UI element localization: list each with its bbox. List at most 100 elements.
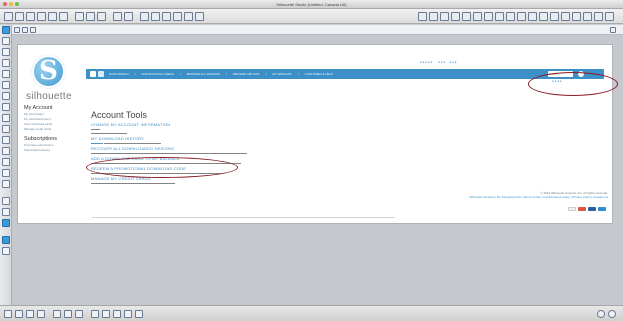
- menu-item[interactable]: HOW DESIGN: [109, 69, 129, 79]
- forward-icon[interactable]: [22, 27, 28, 33]
- store-icon[interactable]: [561, 12, 570, 21]
- paste-icon[interactable]: [97, 12, 106, 21]
- text-style-icon[interactable]: [473, 12, 482, 21]
- menu-item[interactable]: BROWSE ARTISTS: [233, 69, 260, 79]
- store-footer: © 2012 Silhouette America, Inc. All righ…: [425, 191, 608, 199]
- settings-gear-icon[interactable]: [597, 310, 605, 318]
- cut-settings-icon[interactable]: [539, 12, 548, 21]
- help-icon[interactable]: [608, 310, 616, 318]
- rectangle-tool-icon[interactable]: [2, 92, 10, 100]
- replicate-icon[interactable]: [495, 12, 504, 21]
- redo-icon[interactable]: [124, 12, 133, 21]
- fill-color-icon[interactable]: [451, 12, 460, 21]
- eyedropper-tool-icon[interactable]: [2, 169, 10, 177]
- undo-icon[interactable]: [113, 12, 122, 21]
- payment-icon: [568, 207, 576, 211]
- text-tool-icon[interactable]: [2, 158, 10, 166]
- print-icon[interactable]: [48, 12, 57, 21]
- curve-tool-icon[interactable]: [2, 70, 10, 78]
- freehand-tool-icon[interactable]: [2, 114, 10, 122]
- rotate-icon[interactable]: [135, 310, 143, 318]
- zoom-select-icon[interactable]: [173, 12, 182, 21]
- silhouette-studio-window: Silhouette Studio (Untitled: Canada Lift…: [0, 0, 623, 321]
- send-to-cutter-icon[interactable]: [59, 12, 68, 21]
- send-panel-icon[interactable]: [2, 236, 10, 244]
- account-info-text: ▬▬▬ ▬▬▬▬▬▬▬▬▬▬▬▬: [91, 127, 127, 135]
- bottom-toolbar: [0, 305, 623, 321]
- menu-item[interactable]: MY WISHLIST: [272, 69, 291, 79]
- grid-settings-icon[interactable]: [429, 12, 438, 21]
- grid-icon[interactable]: [195, 12, 204, 21]
- pan-icon[interactable]: [140, 12, 149, 21]
- compound-path-icon[interactable]: [26, 310, 34, 318]
- back-icon[interactable]: [14, 27, 20, 33]
- media-panel-icon[interactable]: [2, 197, 10, 205]
- silhouette-logo[interactable]: S silhouette: [24, 53, 74, 113]
- ungroup-icon[interactable]: [15, 310, 23, 318]
- connect-icon[interactable]: [605, 12, 614, 21]
- subscriptions-heading: Subscriptions: [24, 136, 58, 142]
- library-icon[interactable]: [37, 12, 46, 21]
- menu-item[interactable]: FOR EXISTING USERS: [141, 69, 173, 79]
- user-account-icon[interactable]: [572, 12, 581, 21]
- copy-icon[interactable]: [86, 12, 95, 21]
- line-color-icon[interactable]: [462, 12, 471, 21]
- account-sidebar: My Account My Information My download hi…: [24, 105, 86, 153]
- menu-item[interactable]: BROWSE ALL DESIGNS: [187, 69, 221, 79]
- line-tool-icon[interactable]: [2, 48, 10, 56]
- layers-icon[interactable]: [550, 12, 559, 21]
- registration-marks-icon[interactable]: [440, 12, 449, 21]
- highlight-ring: [86, 157, 238, 178]
- point-edit-tool-icon[interactable]: [2, 37, 10, 45]
- align-icon[interactable]: [113, 310, 121, 318]
- duplicate-icon[interactable]: [91, 310, 99, 318]
- knife-tool-icon[interactable]: [2, 147, 10, 155]
- window-title: Silhouette Studio (Untitled: Canada Lift…: [276, 2, 347, 7]
- cart-icon[interactable]: [98, 71, 104, 77]
- footer-links[interactable]: Silhouette America | My Shopping Cart | …: [425, 195, 608, 199]
- send-icon[interactable]: [594, 12, 603, 21]
- select-tool-icon[interactable]: [2, 26, 10, 34]
- release-compound-icon[interactable]: [37, 310, 45, 318]
- polygon-tool-icon[interactable]: [2, 59, 10, 67]
- my-account-heading: My Account: [24, 105, 53, 111]
- offset-icon[interactable]: [517, 12, 526, 21]
- account-utility-links[interactable]: ● ● ● ● ● ● ● ● ● ● ●: [420, 60, 457, 64]
- weld-icon[interactable]: [53, 310, 61, 318]
- store-panel-icon[interactable]: [2, 219, 10, 227]
- transform-icon[interactable]: [484, 12, 493, 21]
- home-icon[interactable]: [30, 27, 36, 33]
- store-nav-bar: [12, 25, 623, 35]
- pen-tool-icon[interactable]: [2, 180, 10, 188]
- new-file-icon[interactable]: [4, 12, 13, 21]
- cut-icon[interactable]: [75, 12, 84, 21]
- bring-to-front-icon[interactable]: [64, 310, 72, 318]
- left-tool-palette: [0, 25, 12, 305]
- eraser-tool-icon[interactable]: [2, 136, 10, 144]
- close-store-icon[interactable]: [610, 27, 616, 33]
- page-title: Account Tools: [91, 110, 147, 120]
- main-toolbar: [0, 9, 623, 24]
- group-icon[interactable]: [4, 310, 12, 318]
- menu-item[interactable]: CUSTOMER & HELP: [305, 69, 334, 79]
- open-file-icon[interactable]: [15, 12, 24, 21]
- mirror-icon[interactable]: [124, 310, 132, 318]
- sidebar-link[interactable]: Subscription history: [24, 148, 86, 153]
- modify-icon[interactable]: [506, 12, 515, 21]
- delete-icon[interactable]: [102, 310, 110, 318]
- page-settings-icon[interactable]: [418, 12, 427, 21]
- zoom-in-icon[interactable]: [151, 12, 160, 21]
- library-panel-icon[interactable]: [2, 208, 10, 216]
- ellipse-tool-icon[interactable]: [2, 103, 10, 111]
- trace-icon[interactable]: [528, 12, 537, 21]
- logo-wordmark: silhouette: [26, 91, 72, 102]
- save-icon[interactable]: [26, 12, 35, 21]
- fit-to-page-icon[interactable]: [184, 12, 193, 21]
- cut-panel-icon[interactable]: [2, 247, 10, 255]
- smooth-freehand-tool-icon[interactable]: [2, 125, 10, 133]
- zoom-out-icon[interactable]: [162, 12, 171, 21]
- arc-tool-icon[interactable]: [2, 81, 10, 89]
- home-icon[interactable]: [90, 71, 96, 77]
- send-to-back-icon[interactable]: [75, 310, 83, 318]
- knife-icon[interactable]: [583, 12, 592, 21]
